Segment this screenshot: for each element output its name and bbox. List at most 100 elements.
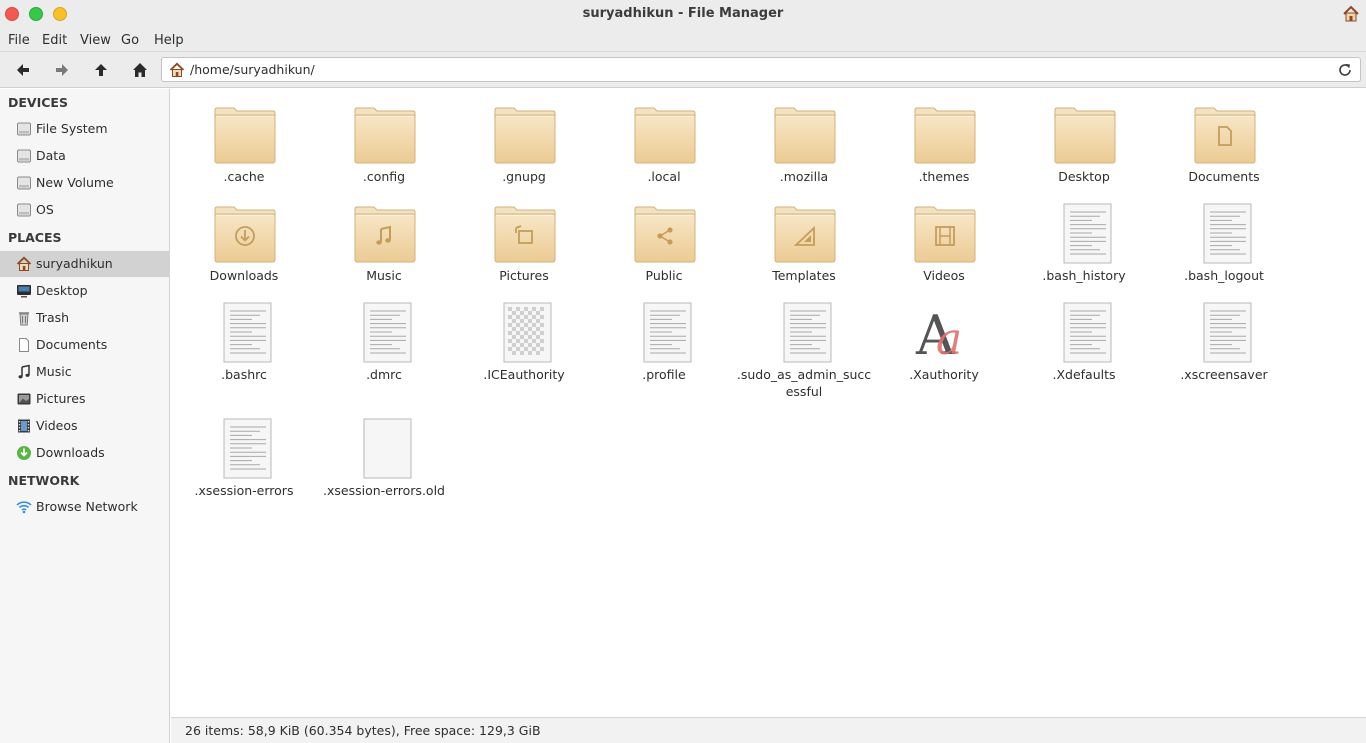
trash-icon (19, 312, 29, 326)
sidebar-item-home[interactable]: suryadhikun (0, 251, 170, 277)
sidebar-item-downloads[interactable]: Downloads (0, 440, 170, 466)
drive-icon (17, 203, 31, 217)
home-icon (16, 256, 32, 271)
download-icon (17, 446, 31, 460)
file-icon (354, 418, 416, 480)
folder-icon (494, 104, 556, 166)
sidebar-item-label: Downloads (36, 445, 105, 460)
back-button[interactable] (11, 59, 35, 81)
sidebar-item-label: Trash (36, 310, 70, 325)
wifi-icon (16, 501, 32, 514)
text-file-icon (774, 302, 836, 364)
window-title: suryadhikun - File Manager (582, 6, 784, 21)
file-name: .xsession-errors (194, 483, 294, 498)
folder-icon (634, 104, 696, 166)
sidebar-item-trash[interactable]: Trash (0, 305, 170, 331)
menu-help[interactable]: Help (154, 33, 184, 48)
sidebar-item-label: Data (36, 148, 66, 163)
home-icon (169, 62, 185, 77)
folder-icon (774, 104, 836, 166)
file-name: .dmrc (366, 367, 402, 382)
file-grid: .cache .config .gnupg .local .mozilla .themes… (171, 89, 1366, 717)
drive-icon (17, 122, 31, 136)
drive-icon (17, 176, 31, 190)
file-name: Templates (772, 268, 836, 283)
places-header: PLACES (8, 230, 62, 245)
sidebar-item-label: suryadhikun (36, 256, 113, 271)
text-file-icon (1194, 302, 1256, 364)
file-icon (494, 302, 556, 364)
reload-icon[interactable] (1337, 62, 1353, 78)
file-name: Public (645, 268, 683, 283)
file-name: .bashrc (221, 367, 267, 382)
menu-edit[interactable]: Edit (42, 33, 67, 48)
drive-icon (17, 149, 31, 163)
text-file-icon (214, 302, 276, 364)
address-path[interactable]: /home/suryadhikun/ (190, 62, 315, 77)
file-name: .Xdefaults (1052, 367, 1116, 382)
sidebar-item-documents[interactable]: Documents (0, 332, 170, 358)
file-name: .bash_history (1042, 268, 1126, 283)
text-file-icon (634, 302, 696, 364)
file-name: .gnupg (502, 169, 546, 184)
sidebar-item-label: Music (36, 364, 72, 379)
folder-icon (1054, 104, 1116, 166)
sidebar-item-new-volume[interactable]: New Volume (0, 170, 170, 196)
menu-bar: File Edit View Go Help (0, 28, 1366, 52)
home-button[interactable] (128, 59, 152, 81)
file-name: .xscreensaver (1180, 367, 1268, 382)
file-name: Desktop (1058, 169, 1110, 184)
file-name: Videos (923, 268, 965, 283)
file-name: .config (362, 169, 406, 184)
file-name: Documents (1188, 169, 1260, 184)
sidebar-item-file-system[interactable]: File System (0, 116, 170, 142)
folder-icon (354, 104, 416, 166)
forward-button[interactable] (50, 59, 74, 81)
file-name: Music (366, 268, 402, 283)
folder-icon (634, 203, 696, 265)
sidebar-item-data[interactable]: Data (0, 143, 170, 169)
document-icon (19, 338, 29, 352)
file-name: Pictures (499, 268, 549, 283)
parent-folder-button[interactable] (89, 59, 113, 81)
menu-go[interactable]: Go (121, 33, 139, 48)
sidebar-item-label: OS (36, 202, 54, 217)
folder-icon (774, 203, 836, 265)
music-note-icon (18, 364, 30, 379)
address-bar[interactable]: /home/suryadhikun/ (161, 57, 1361, 82)
file-name: .profile (642, 367, 686, 382)
text-file-icon (1194, 203, 1256, 265)
sidebar: DEVICES File System Data New Volume OS P… (0, 89, 170, 743)
sidebar-item-pictures[interactable]: Pictures (0, 386, 170, 412)
folder-icon (494, 203, 556, 265)
sidebar-item-label: File System (36, 121, 108, 136)
sidebar-item-browse-network[interactable]: Browse Network (0, 494, 170, 520)
sidebar-item-label: Documents (36, 337, 108, 352)
file-name: .mozilla (779, 169, 829, 184)
folder-icon (214, 104, 276, 166)
status-text: 26 items: 58,9 KiB (60.354 bytes), Free … (185, 723, 541, 738)
arrow-right-icon (56, 64, 68, 76)
text-file-icon (1054, 302, 1116, 364)
menu-file[interactable]: File (8, 33, 30, 48)
file-name: .local (647, 169, 681, 184)
file-name: .xsession-errors.old (323, 483, 445, 498)
sidebar-item-music[interactable]: Music (0, 359, 170, 385)
sidebar-item-videos[interactable]: Videos (0, 413, 170, 439)
sidebar-item-label: Browse Network (36, 499, 138, 514)
file-name: .themes (918, 169, 970, 184)
arrow-up-icon (95, 64, 107, 76)
sidebar-item-os[interactable]: OS (0, 197, 170, 223)
font-file-icon: Aa (914, 302, 976, 367)
file-name: .ICEauthority (483, 367, 565, 382)
sidebar-item-label: New Volume (36, 175, 114, 190)
file-name: .Xauthority (909, 367, 979, 382)
svg-text:a: a (936, 314, 962, 364)
desktop-icon (17, 285, 31, 298)
file-name: .cache (223, 169, 265, 184)
file-name: .sudo_as_admin_successful (736, 367, 872, 399)
menu-view[interactable]: View (80, 33, 111, 48)
home-icon (133, 63, 147, 77)
folder-icon (914, 104, 976, 166)
sidebar-item-desktop[interactable]: Desktop (0, 278, 170, 304)
